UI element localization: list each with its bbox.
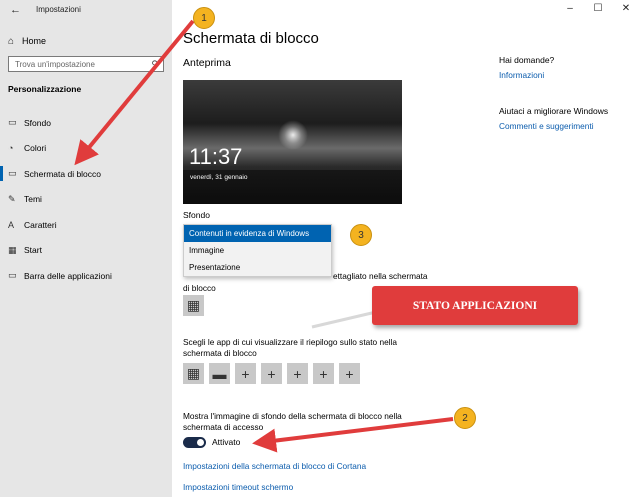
preview-date: venerdì, 31 gennaio xyxy=(190,174,248,181)
page-title: Schermata di blocco xyxy=(183,30,319,47)
dropdown-option[interactable]: Contenuti in evidenza di Windows xyxy=(184,225,331,242)
feedback-link[interactable]: Commenti e suggerimenti xyxy=(499,121,594,131)
sidebar-item-label: Sfondo xyxy=(24,117,51,128)
minimize-icon[interactable]: – xyxy=(556,0,584,18)
sidebar-item-label: Colori xyxy=(24,143,47,154)
sidebar-item-label: Temi xyxy=(24,194,42,205)
plus-icon: + xyxy=(293,365,302,382)
sidebar-item-label: Schermata di blocco xyxy=(24,168,102,179)
plus-icon: + xyxy=(241,365,250,382)
info-link[interactable]: Informazioni xyxy=(499,70,544,80)
sidebar-item-temi[interactable]: ✎ Temi xyxy=(0,187,172,213)
status-app-add[interactable]: + xyxy=(287,363,308,384)
back-arrow-icon[interactable]: ← xyxy=(10,4,21,16)
sidebar-item-label: Start xyxy=(24,245,42,256)
sidebar-item-start[interactable]: ▦ Start xyxy=(0,238,172,264)
status-app-add[interactable]: + xyxy=(261,363,282,384)
plus-icon: + xyxy=(345,365,354,382)
app-title: Impostazioni xyxy=(36,5,81,14)
calendar-icon: ▦ xyxy=(186,297,201,313)
search-icon[interactable]: ⚲ xyxy=(151,59,158,70)
status-app-add[interactable]: + xyxy=(313,363,334,384)
annotation-banner: STATO APPLICAZIONI xyxy=(372,286,578,325)
cortana-settings-link[interactable]: Impostazioni della schermata di blocco d… xyxy=(183,461,366,471)
preview-heading: Anteprima xyxy=(183,57,231,69)
detail-text-a: ettagliato nella schermata xyxy=(333,271,428,281)
status-apps-text: Scegli le app di cui visualizzare il rie… xyxy=(183,337,397,358)
lock-screen-icon: ▭ xyxy=(8,168,17,179)
improve-heading: Aiutaci a migliorare Windows xyxy=(499,106,609,116)
detail-app-button[interactable]: ▦ xyxy=(183,295,204,316)
titlebar: ← Impostazioni xyxy=(0,0,172,22)
sidebar-item-caratteri[interactable]: A Caratteri xyxy=(0,212,172,238)
sidebar: ← Impostazioni ⌂ Home Trova un'impostazi… xyxy=(0,0,172,497)
palette-icon: ◔ xyxy=(8,143,14,154)
calendar-icon: ▦ xyxy=(186,365,201,381)
sidebar-item-home[interactable]: ⌂ Home xyxy=(8,33,46,49)
background-label: Sfondo xyxy=(183,210,210,220)
annotation-bubble-2: 2 xyxy=(454,407,476,429)
background-dropdown[interactable]: Contenuti in evidenza di Windows Immagin… xyxy=(183,224,332,277)
search-input[interactable]: Trova un'impostazione ⚲ xyxy=(8,56,164,72)
preview-sun xyxy=(278,120,308,150)
start-icon: ▦ xyxy=(8,244,17,255)
taskbar-icon: ▭ xyxy=(8,270,17,281)
search-placeholder: Trova un'impostazione xyxy=(15,60,95,69)
signin-background-toggle[interactable] xyxy=(183,437,206,448)
close-icon[interactable]: ✕ xyxy=(612,0,640,18)
toggle-label: Attivato xyxy=(212,437,241,447)
section-heading: Personalizzazione xyxy=(8,84,82,94)
sidebar-nav: ▭ Sfondo ◔ Colori ▭ Schermata di blocco … xyxy=(0,110,172,289)
sidebar-item-label: Barra delle applicazioni xyxy=(24,270,112,281)
sidebar-item-schermata-di-blocco[interactable]: ▭ Schermata di blocco xyxy=(0,161,172,187)
help-heading: Hai domande? xyxy=(499,55,555,65)
sidebar-item-barra-delle-applicazioni[interactable]: ▭ Barra delle applicazioni xyxy=(0,263,172,289)
annotation-bubble-1: 1 xyxy=(193,7,215,29)
plus-icon: + xyxy=(267,365,276,382)
sidebar-item-label: Caratteri xyxy=(24,219,57,230)
screen-timeout-link[interactable]: Impostazioni timeout schermo xyxy=(183,482,293,492)
sidebar-item-label: Home xyxy=(22,36,47,46)
status-app-messaging[interactable]: ▬ xyxy=(209,363,230,384)
signin-background-text: Mostra l'immagine di sfondo della scherm… xyxy=(183,411,402,432)
lock-screen-preview: 11:37 venerdì, 31 gennaio xyxy=(183,80,402,204)
brush-icon: ✎ xyxy=(8,193,16,204)
plus-icon: + xyxy=(319,365,328,382)
sidebar-item-sfondo[interactable]: ▭ Sfondo xyxy=(0,110,172,136)
status-app-add[interactable]: + xyxy=(235,363,256,384)
maximize-icon[interactable]: ☐ xyxy=(584,0,612,18)
settings-window: ← Impostazioni ⌂ Home Trova un'impostazi… xyxy=(0,0,640,497)
message-icon: ▬ xyxy=(212,365,227,382)
annotation-bubble-3: 3 xyxy=(350,224,372,246)
detail-text-b: di blocco xyxy=(183,283,216,293)
preview-clock: 11:37 xyxy=(189,144,243,169)
toggle-knob xyxy=(197,439,204,446)
picture-icon: ▭ xyxy=(8,117,17,128)
home-icon: ⌂ xyxy=(8,35,15,47)
status-app-add[interactable]: + xyxy=(339,363,360,384)
dropdown-option[interactable]: Presentazione xyxy=(184,259,331,276)
arrow-to-status-apps xyxy=(311,310,377,329)
sidebar-item-colori[interactable]: ◔ Colori xyxy=(0,136,172,162)
dropdown-option[interactable]: Immagine xyxy=(184,242,331,259)
status-app-calendar[interactable]: ▦ xyxy=(183,363,204,384)
window-controls: – ☐ ✕ xyxy=(556,0,640,18)
font-icon: A xyxy=(8,219,15,230)
